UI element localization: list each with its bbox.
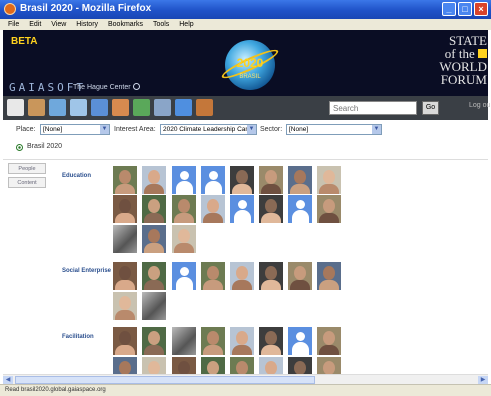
home-icon[interactable] xyxy=(7,99,24,116)
menu-bookmarks[interactable]: Bookmarks xyxy=(108,19,143,30)
brasil-2020-globe-logo: 2020 BRASIL xyxy=(219,40,281,90)
radio-icon[interactable] xyxy=(16,144,23,151)
firefox-icon xyxy=(4,3,16,15)
status-text: Read brasil2020.global.gaiaspace.org xyxy=(5,387,106,393)
avatar[interactable] xyxy=(142,292,166,320)
avatar[interactable] xyxy=(201,327,225,355)
avatar[interactable] xyxy=(317,262,341,290)
avatar-placeholder-icon[interactable] xyxy=(172,262,196,290)
avatar-placeholder-icon[interactable] xyxy=(201,166,225,194)
category-social-enterprise[interactable]: Social Enterprise xyxy=(62,268,111,274)
avatar[interactable] xyxy=(288,262,312,290)
interest-area-select[interactable]: 2020 Climate Leadership Cam ▼ xyxy=(160,124,257,135)
category-education[interactable]: Education xyxy=(62,173,91,179)
go-button[interactable]: Go xyxy=(422,101,439,115)
avatar-placeholder-icon[interactable] xyxy=(288,327,312,355)
maximize-button[interactable]: □ xyxy=(458,2,472,16)
chevron-down-icon: ▼ xyxy=(100,125,109,134)
avatar-placeholder-icon[interactable] xyxy=(172,166,196,194)
content-button[interactable]: Content xyxy=(8,177,46,188)
avatar[interactable] xyxy=(142,262,166,290)
avatar[interactable] xyxy=(259,195,283,223)
avatar-placeholder-icon[interactable] xyxy=(230,195,254,223)
avatar[interactable] xyxy=(201,195,225,223)
avatar[interactable] xyxy=(113,327,137,355)
status-bar: Read brasil2020.global.gaiaspace.org xyxy=(0,384,491,396)
avatar[interactable] xyxy=(113,166,137,194)
avatar[interactable] xyxy=(113,292,137,320)
avatar[interactable] xyxy=(259,327,283,355)
menu-view[interactable]: View xyxy=(51,19,66,30)
avatar[interactable] xyxy=(142,327,166,355)
avatar[interactable] xyxy=(230,166,254,194)
menu-help[interactable]: Help xyxy=(179,19,193,30)
interest-area-label: Interest Area: xyxy=(114,126,156,133)
avatar[interactable] xyxy=(172,195,196,223)
avatar[interactable] xyxy=(230,262,254,290)
app-toolbar: Go Log ou xyxy=(3,96,490,120)
window-titlebar: Brasil 2020 - Mozilla Firefox _ □ × xyxy=(0,0,491,19)
calendar-icon[interactable] xyxy=(91,99,108,116)
minimize-button[interactable]: _ xyxy=(442,2,456,16)
document-icon[interactable] xyxy=(70,99,87,116)
divider xyxy=(3,159,488,160)
menu-bar: File Edit View History Bookmarks Tools H… xyxy=(0,19,491,30)
logout-link[interactable]: Log ou xyxy=(469,102,490,109)
avatar[interactable] xyxy=(317,327,341,355)
avatar[interactable] xyxy=(201,262,225,290)
people-icon[interactable] xyxy=(28,99,45,116)
book-icon[interactable] xyxy=(196,99,213,116)
avatar[interactable] xyxy=(142,225,166,253)
window-title: Brasil 2020 - Mozilla Firefox xyxy=(20,3,152,14)
scroll-left-icon[interactable]: ◀ xyxy=(3,376,13,384)
avatar[interactable] xyxy=(259,262,283,290)
avatar-placeholder-icon[interactable] xyxy=(288,195,312,223)
close-button[interactable]: × xyxy=(474,2,488,16)
chart-icon[interactable] xyxy=(133,99,150,116)
beta-label: BETA xyxy=(11,36,38,47)
menu-file[interactable]: File xyxy=(8,19,19,30)
avatar[interactable] xyxy=(230,327,254,355)
tools-icon[interactable] xyxy=(49,99,66,116)
avatar[interactable] xyxy=(142,195,166,223)
avatar[interactable] xyxy=(142,166,166,194)
filter-bar: Place: [None] ▼ Interest Area: 2020 Clima… xyxy=(0,121,491,137)
hague-center-logo: The Hague Center xyxy=(73,83,140,91)
avatar[interactable] xyxy=(113,262,137,290)
place-label: Place: xyxy=(16,126,36,133)
avatar[interactable] xyxy=(317,166,341,194)
chevron-down-icon: ▼ xyxy=(372,125,381,134)
site-header: BETA GAIASOFT The Hague Center 2020 BRAS… xyxy=(3,30,488,96)
search-input[interactable] xyxy=(329,101,417,115)
avatar[interactable] xyxy=(317,195,341,223)
group-icon[interactable] xyxy=(112,99,129,116)
breadcrumb[interactable]: Brasil 2020 xyxy=(27,143,62,150)
place-select[interactable]: [None] ▼ xyxy=(40,124,110,135)
avatar[interactable] xyxy=(113,195,137,223)
menu-tools[interactable]: Tools xyxy=(153,19,169,30)
menu-edit[interactable]: Edit xyxy=(29,19,41,30)
people-button[interactable]: People xyxy=(8,163,46,174)
avatar[interactable] xyxy=(172,225,196,253)
menu-history[interactable]: History xyxy=(76,19,98,30)
avatar[interactable] xyxy=(288,166,312,194)
avatar[interactable] xyxy=(259,166,283,194)
scroll-right-icon[interactable]: ▶ xyxy=(478,376,488,384)
sector-label: Sector: xyxy=(260,126,283,133)
settings-icon[interactable] xyxy=(175,99,192,116)
category-facilitation[interactable]: Facilitation xyxy=(62,334,94,340)
folder-icon[interactable] xyxy=(154,99,171,116)
avatar[interactable] xyxy=(172,327,196,355)
sector-select[interactable]: [None] ▼ xyxy=(286,124,382,135)
scroll-thumb[interactable] xyxy=(15,376,315,384)
chevron-down-icon: ▼ xyxy=(247,125,256,134)
avatar[interactable] xyxy=(113,225,137,253)
state-of-the-world-forum-logo[interactable]: STATE of the WORLD FORUM xyxy=(435,34,487,86)
